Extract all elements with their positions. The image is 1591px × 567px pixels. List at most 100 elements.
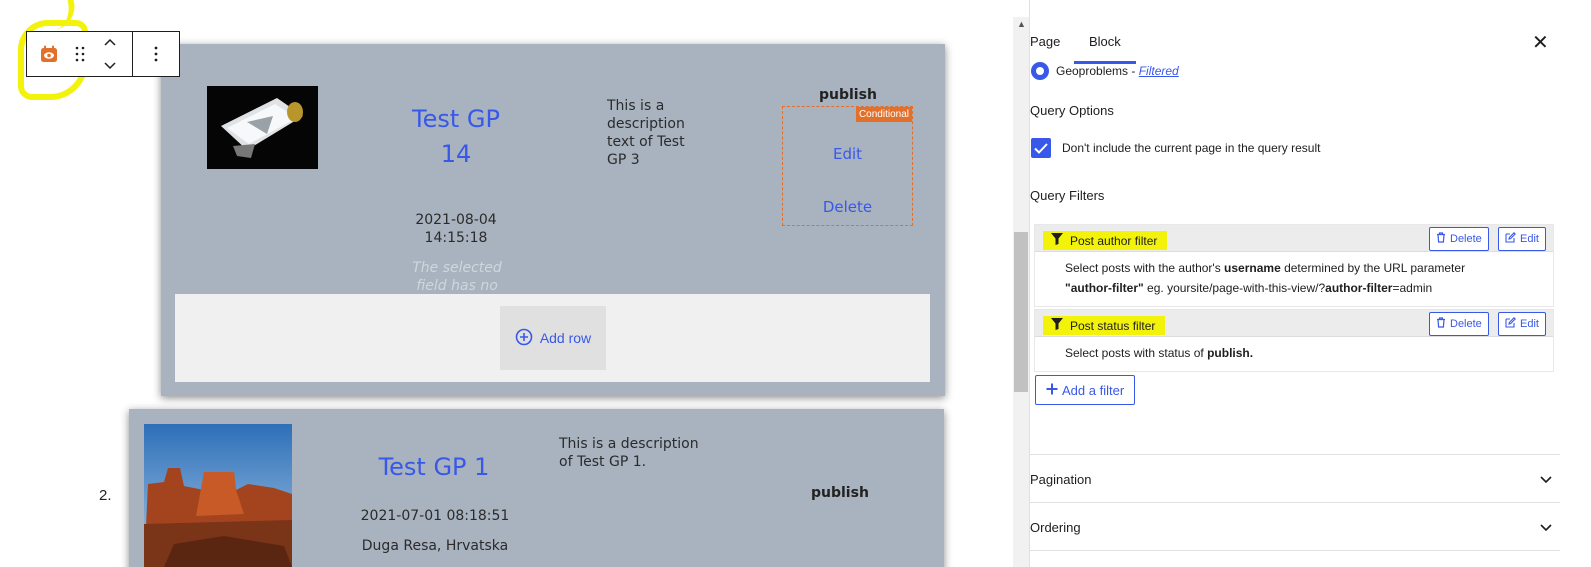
list-number: 2.	[99, 487, 112, 504]
sidebar-tabs: Page Block ✕	[1030, 0, 1591, 65]
move-down-icon[interactable]	[104, 57, 116, 75]
filter-text-bold: publish.	[1207, 346, 1254, 360]
filter-header: Post status filter Delete Edit	[1035, 310, 1553, 337]
filter-text: determined by the URL parameter	[1280, 261, 1466, 275]
filter-description: Select posts with the author's username …	[1035, 252, 1553, 306]
filter-text: Select posts with status of	[1065, 346, 1208, 360]
tab-page[interactable]: Page	[1030, 34, 1060, 49]
delete-link[interactable]: Delete	[783, 198, 912, 216]
delete-filter-button[interactable]: Delete	[1429, 312, 1489, 336]
filter-panel: Post author filter Delete Edit Select po…	[1034, 224, 1554, 307]
edit-filter-button[interactable]: Edit	[1498, 312, 1546, 336]
checkbox-checked[interactable]	[1031, 138, 1051, 158]
post-type-option[interactable]: Geoproblems - Filtered	[1030, 62, 1179, 80]
description-line: of Test GP 1.	[559, 454, 647, 470]
filter-text-bold: author-filter	[1325, 281, 1393, 295]
post-datetime: 2021-07-01 08:18:51	[360, 508, 510, 524]
post-title-line: 14	[440, 140, 472, 168]
add-filter-button[interactable]: Add a filter	[1035, 375, 1136, 405]
move-up-icon[interactable]	[104, 33, 116, 51]
post-description: This is a description of Test GP 1.	[559, 435, 739, 471]
trash-icon	[1436, 317, 1446, 331]
radio-selected[interactable]	[1031, 62, 1049, 80]
block-type-icon[interactable]	[27, 32, 71, 76]
edit-icon	[1505, 317, 1516, 331]
scroll-up-icon[interactable]: ▲	[1017, 19, 1026, 29]
filter-title: Post author filter	[1043, 231, 1168, 250]
description-line: This is a	[607, 98, 665, 114]
mover-buttons	[89, 32, 131, 76]
panel-pagination[interactable]: Pagination	[1030, 454, 1560, 503]
post-description: This is a description text of Test GP 3	[607, 97, 727, 169]
more-options-icon[interactable]	[136, 32, 176, 76]
post-thumbnail	[144, 424, 292, 567]
exclude-current-label: Don't include the current page in the qu…	[1062, 141, 1321, 155]
filter-text-bold: username	[1224, 261, 1281, 275]
edit-icon	[1505, 232, 1516, 246]
editor-screen: Test GP 14 2021-08-04 14:15:18 The selec…	[0, 0, 1591, 567]
panel-title: Ordering	[1030, 519, 1081, 535]
empty-field-line: field has no	[416, 278, 498, 294]
close-icon[interactable]: ✕	[1532, 30, 1549, 55]
panel-divider	[1030, 550, 1560, 567]
filter-title-label: Post status filter	[1070, 318, 1156, 333]
drag-handle-icon[interactable]	[71, 32, 89, 76]
filter-header: Post author filter Delete Edit	[1035, 225, 1553, 252]
edit-link[interactable]: Edit	[783, 145, 912, 163]
conditional-block[interactable]: Conditional Edit Delete	[782, 106, 913, 226]
empty-field-line: The selected	[412, 260, 502, 276]
post-type-separator: -	[1128, 64, 1139, 78]
filter-title-highlight: Post author filter	[1043, 231, 1168, 250]
post-title-line: Test GP	[412, 105, 500, 133]
add-filter-label: Add a filter	[1062, 382, 1125, 398]
settings-sidebar: Page Block ✕ Geoproblems - Filtered Quer…	[1029, 0, 1591, 567]
scrollbar-thumb[interactable]	[1014, 232, 1028, 392]
edit-filter-button[interactable]: Edit	[1498, 227, 1546, 251]
filter-text-bold: "author-filter"	[1065, 281, 1144, 295]
post-thumbnail	[207, 86, 318, 169]
post-location: Duga Resa, Hrvatska	[361, 538, 509, 554]
filter-title-label: Post author filter	[1070, 233, 1158, 248]
plus-circle-icon	[515, 328, 533, 349]
add-row-button[interactable]: Add row	[500, 306, 606, 370]
query-filters-heading: Query Filters	[1030, 188, 1105, 203]
exclude-current-option[interactable]: Don't include the current page in the qu…	[1031, 138, 1320, 158]
tab-block[interactable]: Block	[1089, 34, 1121, 49]
description-line: description	[607, 116, 685, 132]
panel-title: Pagination	[1030, 471, 1092, 487]
query-options-heading: Query Options	[1030, 103, 1114, 118]
post-title-link[interactable]: Test GP 1	[349, 451, 519, 483]
post-title-link[interactable]: Test GP 14	[390, 102, 522, 172]
description-line: GP 3	[607, 152, 640, 168]
toolbar-group-block	[27, 32, 132, 76]
post-date-time: 14:15:18	[424, 230, 488, 246]
filter-text: =admin	[1392, 281, 1433, 295]
add-row-label: Add row	[539, 330, 592, 346]
filter-description: Select posts with status of publish.	[1035, 337, 1553, 371]
delete-filter-button[interactable]: Delete	[1429, 227, 1489, 251]
filter-panel: Post status filter Delete Edit Select po…	[1034, 309, 1554, 372]
post-status: publish	[811, 485, 869, 501]
filter-title-highlight: Post status filter	[1043, 316, 1166, 335]
filter-title: Post status filter	[1043, 316, 1166, 335]
funnel-icon	[1051, 233, 1063, 248]
edit-label: Edit	[1520, 233, 1539, 245]
post-status: publish	[819, 87, 877, 103]
filter-text: Select posts with the author's	[1065, 261, 1225, 275]
funnel-icon	[1051, 318, 1063, 333]
description-line: text of Test	[607, 134, 685, 150]
block-toolbar	[26, 31, 180, 77]
plus-icon	[1046, 383, 1058, 398]
description-line: This is a description	[559, 436, 699, 452]
delete-label: Delete	[1450, 233, 1482, 245]
editor-canvas: Test GP 14 2021-08-04 14:15:18 The selec…	[0, 0, 1013, 567]
post-date-day: 2021-08-04	[415, 212, 497, 228]
trash-icon	[1436, 232, 1446, 246]
toolbar-group-options	[132, 32, 179, 76]
filter-text: eg. yoursite/page-with-this-view/?	[1143, 281, 1326, 295]
conditional-badge: Conditional	[855, 107, 912, 122]
canvas-scrollbar[interactable]: ▲	[1013, 17, 1029, 567]
filtered-link[interactable]: Filtered	[1139, 64, 1179, 78]
chevron-down-icon	[1540, 472, 1552, 487]
panel-ordering[interactable]: Ordering	[1030, 502, 1560, 551]
